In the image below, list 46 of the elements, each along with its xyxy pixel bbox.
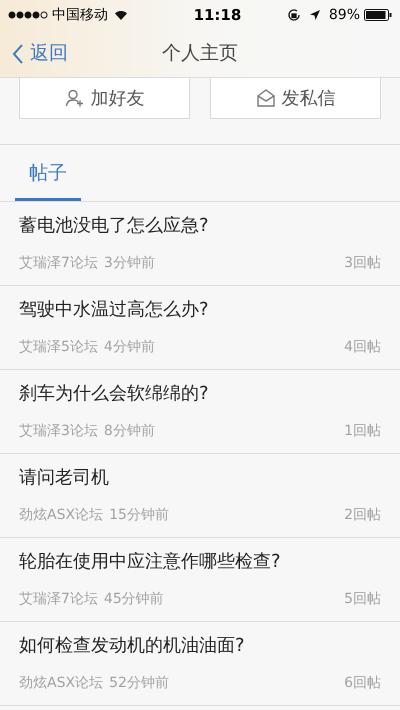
forum-name: 艾瑞泽7论坛 — [19, 590, 98, 609]
chevron-left-icon — [12, 42, 24, 64]
post-time: 15分钟前 — [109, 506, 169, 525]
location-arrow-icon — [308, 9, 321, 21]
post-item[interactable]: 刹车为什么会软绵绵的? 艾瑞泽3论坛 8分钟前 1回帖 — [0, 370, 400, 454]
post-time: 3分钟前 — [104, 254, 155, 273]
forum-name: 艾瑞泽7论坛 — [19, 254, 98, 273]
post-title: 蓄电池没电了怎么应急? — [19, 214, 210, 238]
page-title: 个人主页 — [162, 41, 238, 66]
post-title: 请问老司机 — [19, 466, 110, 490]
add-person-icon — [64, 88, 84, 108]
forum-name: 劲炫ASX论坛 — [19, 674, 104, 693]
battery-icon — [364, 9, 392, 21]
post-item[interactable]: 蓄电池没电了怎么应急? 艾瑞泽7论坛 3分钟前 3回帖 — [0, 202, 400, 286]
post-item[interactable]: 如何检查发动机的机油油面? 劲炫ASX论坛 52分钟前 6回帖 — [0, 622, 400, 706]
signal-icon — [8, 11, 48, 19]
reply-count: 6回帖 — [344, 674, 381, 693]
post-title: 驾驶中水温过高怎么办? — [19, 298, 210, 322]
post-title: 刹车为什么会软绵绵的? — [19, 382, 210, 406]
carrier-name: 中国移动 — [52, 6, 108, 24]
post-title: 轮胎在使用中应注意作哪些检查? — [19, 550, 282, 574]
reply-count: 5回帖 — [344, 590, 381, 609]
reply-count: 2回帖 — [344, 506, 381, 525]
status-time: 11:18 — [192, 4, 242, 26]
message-button[interactable]: 发私信 — [210, 78, 381, 119]
back-button[interactable]: 返回 — [12, 39, 68, 68]
post-time: 52分钟前 — [109, 674, 169, 693]
post-title: 如何检查发动机的机油油面? — [19, 634, 246, 658]
post-item[interactable]: 请问老司机 劲炫ASX论坛 15分钟前 2回帖 — [0, 454, 400, 538]
envelope-icon — [256, 88, 276, 108]
forum-name: 艾瑞泽3论坛 — [19, 422, 98, 441]
post-item[interactable]: 驾驶中水温过高怎么办? 艾瑞泽5论坛 4分钟前 4回帖 — [0, 286, 400, 370]
post-item[interactable]: 轮胎在使用中应注意作哪些检查? 艾瑞泽7论坛 45分钟前 5回帖 — [0, 538, 400, 622]
add-friend-button[interactable]: 加好友 — [19, 78, 190, 119]
forum-name: 劲炫ASX论坛 — [19, 506, 104, 525]
reply-count: 3回帖 — [344, 254, 381, 273]
reply-count: 4回帖 — [344, 338, 381, 357]
post-time: 45分钟前 — [104, 590, 164, 609]
reply-count: 1回帖 — [344, 422, 381, 441]
post-time: 4分钟前 — [104, 338, 155, 357]
rotation-lock-icon — [286, 8, 301, 22]
post-time: 8分钟前 — [104, 422, 155, 441]
tab[interactable]: 帖子 — [15, 145, 81, 201]
wifi-icon — [114, 10, 128, 20]
battery-percent: 89% — [328, 6, 360, 24]
forum-name: 艾瑞泽5论坛 — [19, 338, 98, 357]
